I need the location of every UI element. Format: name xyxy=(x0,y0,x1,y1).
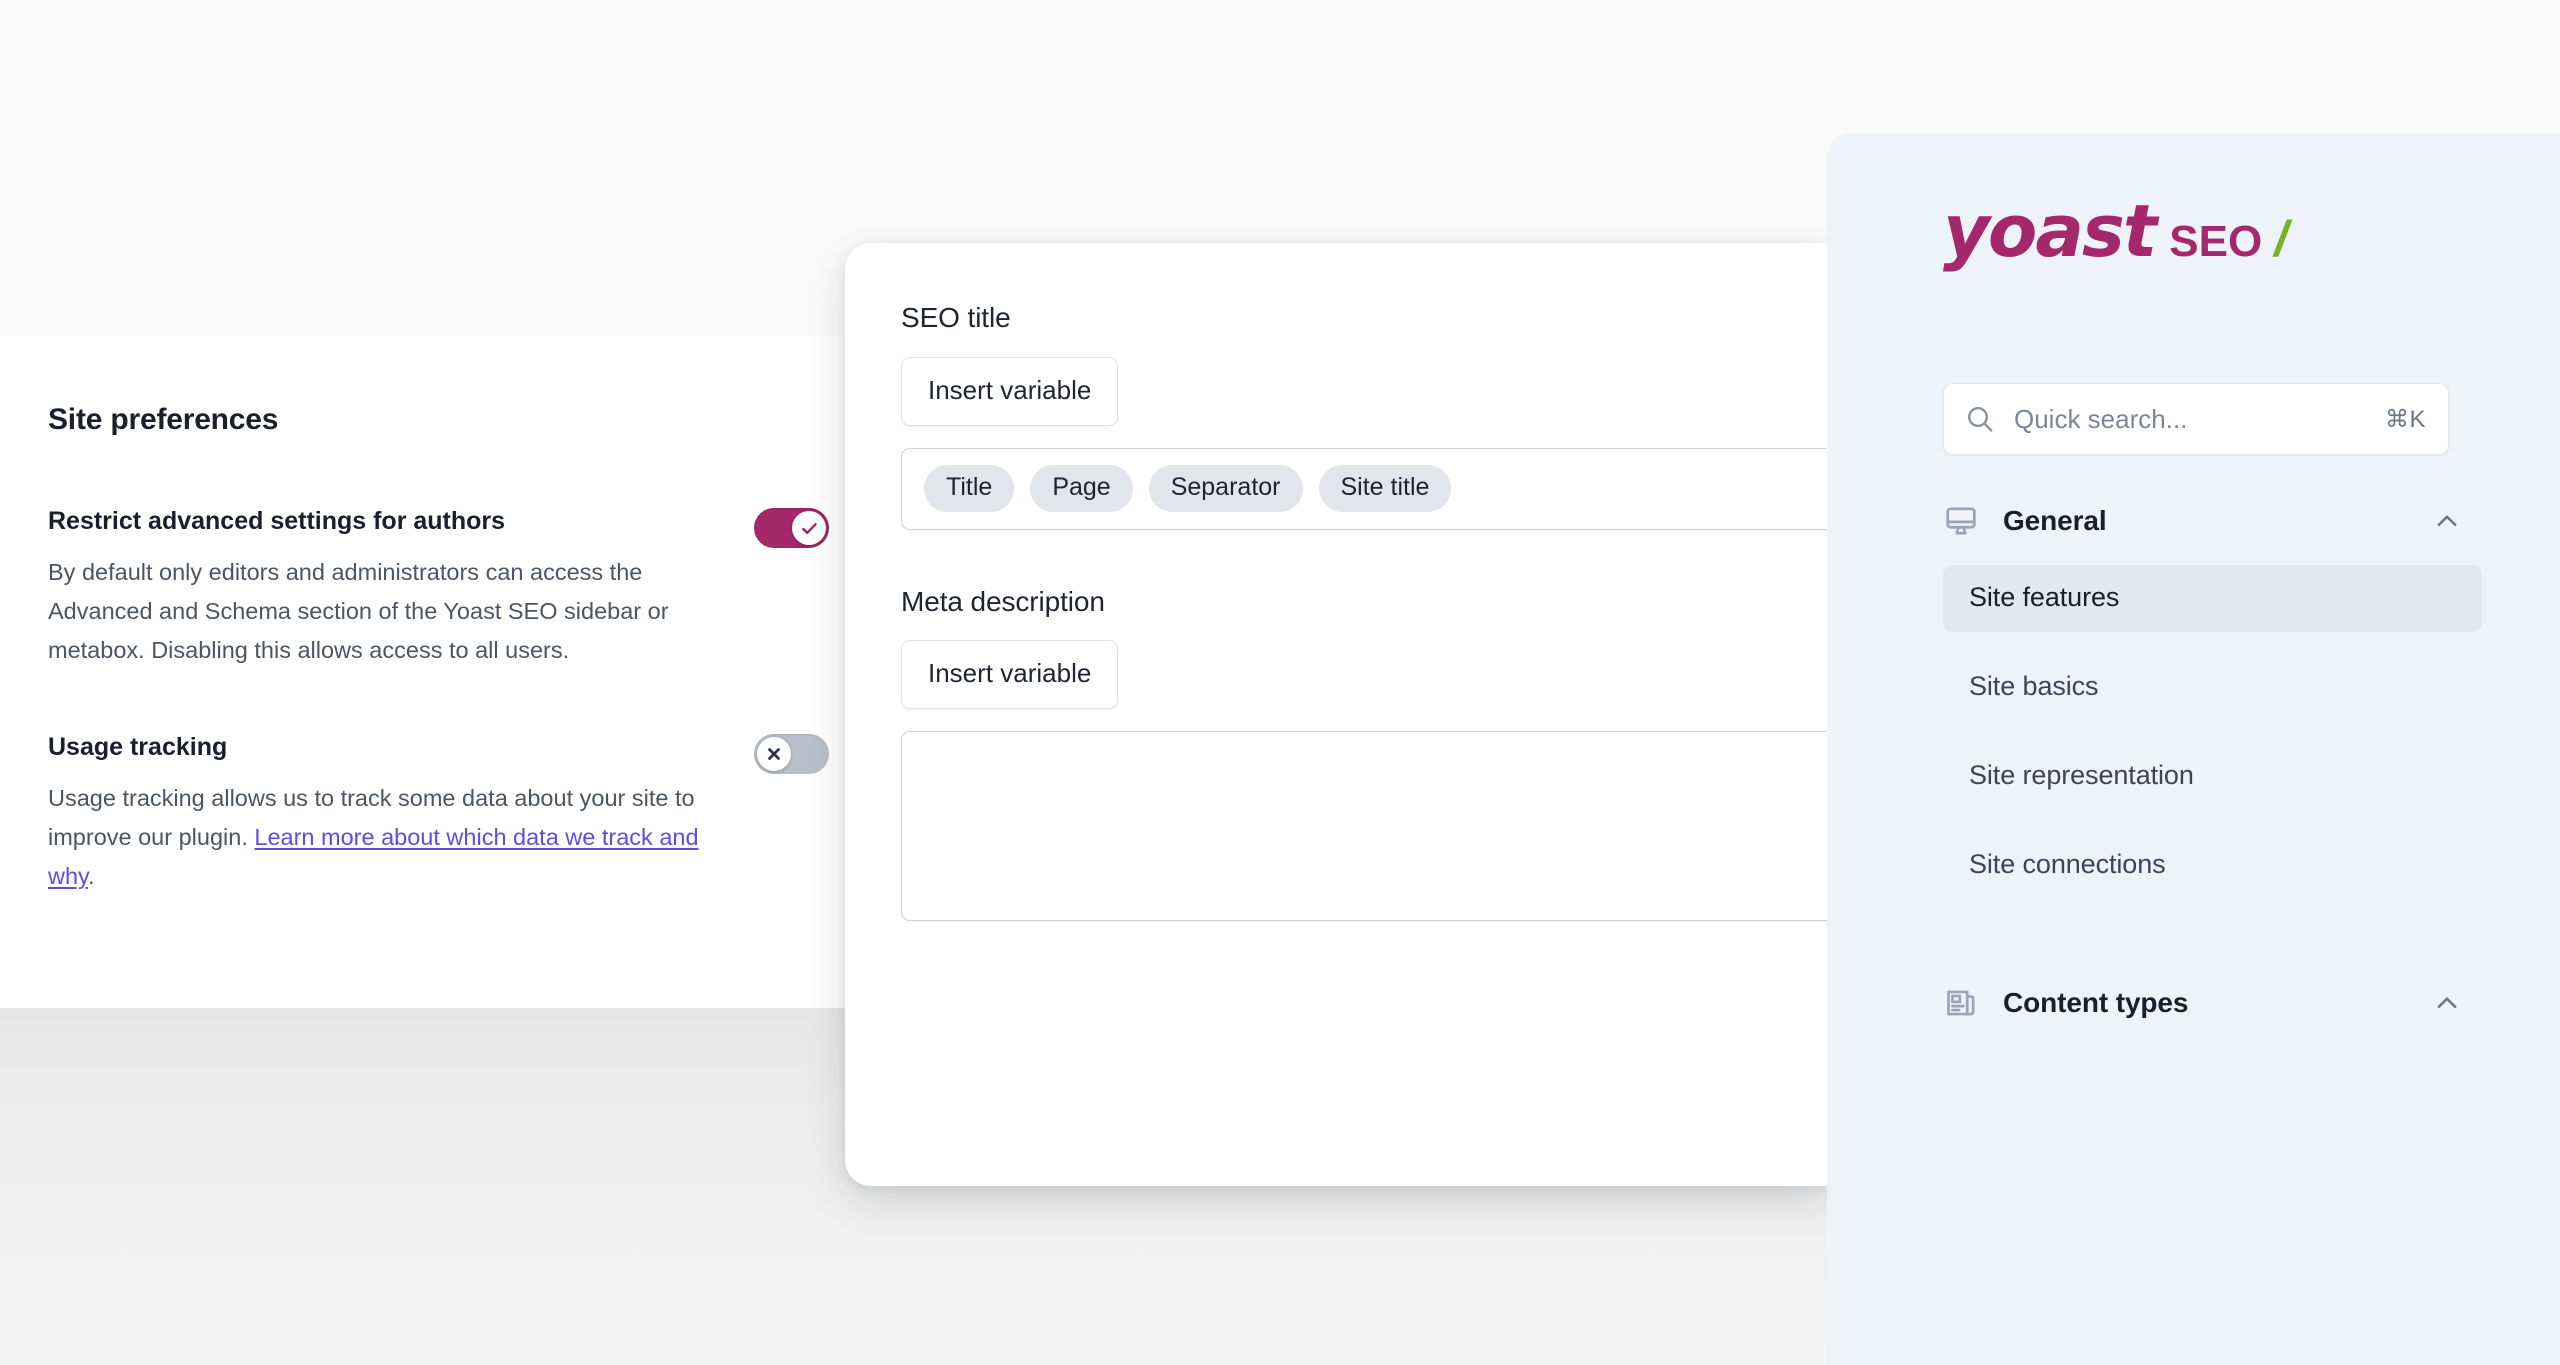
preference-usage-tracking: Usage tracking Usage tracking allows us … xyxy=(48,732,829,896)
variable-chip-site-title[interactable]: Site title xyxy=(1318,465,1452,513)
yoast-seo-logo: yoast SEO / xyxy=(1943,195,2288,267)
toggle-knob xyxy=(792,511,826,545)
nav-group-content-types[interactable]: Content types xyxy=(1827,973,2560,1033)
nav-group-label: Content types xyxy=(2003,987,2189,1018)
page-title: Site preferences xyxy=(48,403,279,436)
chevron-up-icon[interactable] xyxy=(2432,506,2462,536)
nav-group-general[interactable]: General xyxy=(1827,491,2560,551)
monitor-icon xyxy=(1943,503,1979,539)
preference-description: Usage tracking allows us to track some d… xyxy=(48,779,703,896)
logo-slash-mark: / xyxy=(2274,211,2289,267)
seo-title-field: SEO title Insert variable Title Page Sep… xyxy=(901,301,1830,530)
meta-description-textarea[interactable] xyxy=(901,731,1830,922)
search-input[interactable] xyxy=(2014,403,2385,435)
preference-description: By default only editors and administrato… xyxy=(48,559,669,663)
nav-group-label: General xyxy=(2003,505,2107,536)
sidebar-item-site-representation[interactable]: Site representation xyxy=(1943,743,2482,810)
quick-search-box[interactable]: ⌘K xyxy=(1943,383,2449,455)
variable-chip-page[interactable]: Page xyxy=(1030,465,1133,513)
search-shortcut-hint: ⌘K xyxy=(2384,405,2426,433)
check-icon xyxy=(801,522,817,534)
seo-title-label: SEO title xyxy=(901,302,1011,333)
preference-label: Restrict advanced settings for authors xyxy=(48,507,506,535)
meta-description-insert-variable-button[interactable]: Insert variable xyxy=(901,640,1119,710)
search-icon xyxy=(1964,403,1996,435)
seo-title-insert-variable-button[interactable]: Insert variable xyxy=(901,356,1119,426)
search-appearance-card: SEO title Insert variable Title Page Sep… xyxy=(845,243,1830,1186)
close-icon xyxy=(768,748,780,760)
variable-chip-separator[interactable]: Separator xyxy=(1148,465,1303,513)
preference-restrict-advanced-settings: Restrict advanced settings for authors B… xyxy=(48,506,829,670)
preference-description-period: . xyxy=(88,863,95,889)
sidebar-nav: General Site features Site basics Site r… xyxy=(1827,491,2560,1033)
sidebar-item-site-features[interactable]: Site features xyxy=(1943,565,2482,632)
toggle-knob xyxy=(757,737,791,771)
sidebar-item-site-connections[interactable]: Site connections xyxy=(1943,832,2482,899)
usage-tracking-toggle[interactable] xyxy=(754,734,829,774)
settings-sidebar: yoast SEO / ⌘K xyxy=(1827,133,2560,1365)
logo-product-text: SEO xyxy=(2169,217,2263,266)
article-icon xyxy=(1943,985,1979,1021)
preference-label: Usage tracking xyxy=(48,733,228,761)
meta-description-field: Meta description Insert variable xyxy=(901,585,1830,922)
variable-chip-title[interactable]: Title xyxy=(924,465,1015,513)
app-root: Site preferences Restrict advanced setti… xyxy=(0,0,2560,1365)
seo-title-variable-input[interactable]: Title Page Separator Site title xyxy=(901,447,1830,530)
restrict-advanced-settings-toggle[interactable] xyxy=(754,508,829,548)
chevron-up-icon[interactable] xyxy=(2432,988,2462,1018)
meta-description-label: Meta description xyxy=(901,585,1105,617)
nav-group-general-items: Site features Site basics Site represent… xyxy=(1827,565,2560,899)
logo-brand-text: yoast xyxy=(1943,189,2157,273)
sidebar-item-site-basics[interactable]: Site basics xyxy=(1943,654,2482,721)
